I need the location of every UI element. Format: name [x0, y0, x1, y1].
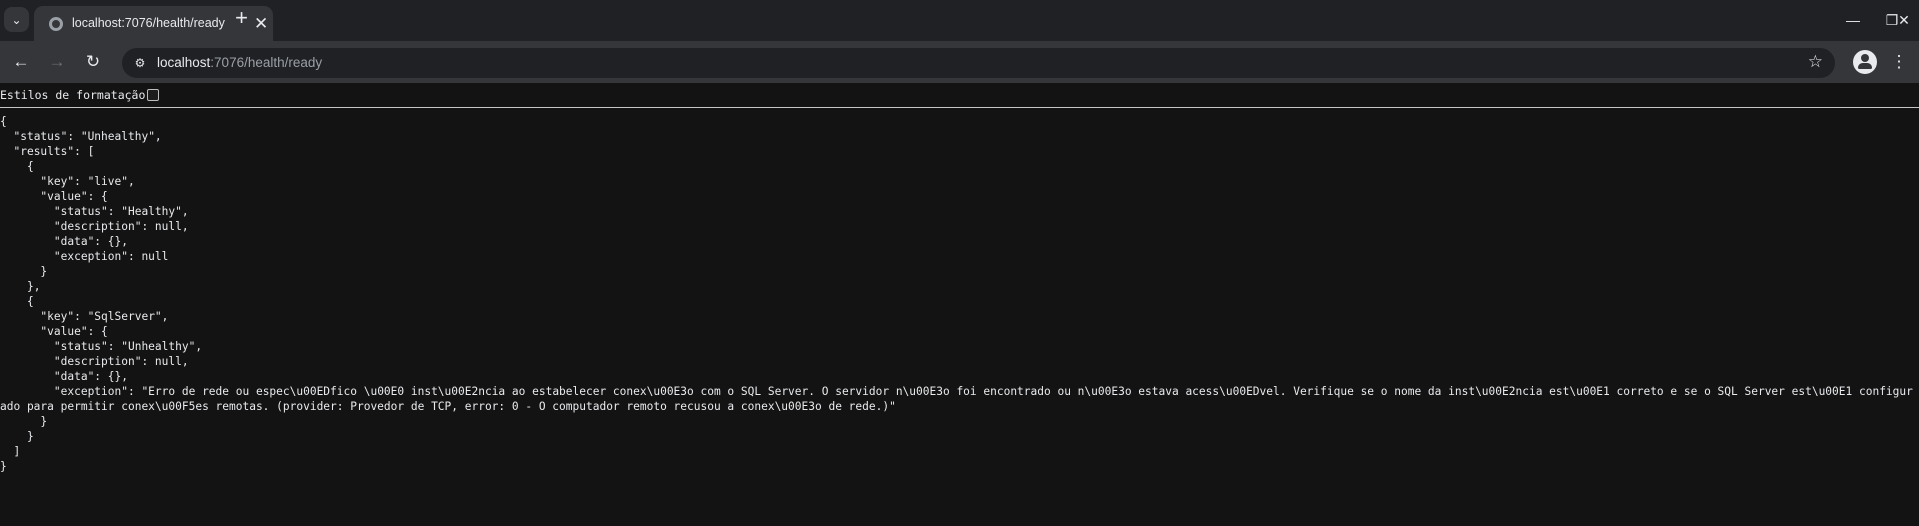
json-line: "key": "SqlServer",: [0, 310, 169, 323]
json-line: "data": {},: [0, 370, 128, 383]
json-line: }: [0, 430, 34, 443]
json-line: "status": "Healthy",: [0, 205, 189, 218]
json-line: "value": {: [0, 325, 108, 338]
json-line: "key": "live",: [0, 175, 135, 188]
kebab-menu-icon: ⋮: [1890, 52, 1908, 71]
json-line: {: [0, 295, 34, 308]
pretty-print-label: Estilos de formatação: [0, 88, 146, 102]
address-bar[interactable]: ⚙ localhost:7076/health/ready ☆: [122, 48, 1835, 78]
pretty-print-toggle[interactable]: Estilos de formatação: [0, 88, 160, 102]
browser-menu-button[interactable]: ⋮: [1889, 50, 1909, 74]
back-button[interactable]: ←: [8, 49, 34, 75]
browser-toolbar: ← → ↻ ⚙ localhost:7076/health/ready ☆ ⋮: [0, 41, 1919, 83]
close-window-button[interactable]: ✕: [1889, 8, 1919, 32]
json-line: {: [0, 115, 7, 128]
json-line: "status": "Unhealthy",: [0, 130, 162, 143]
url-text[interactable]: localhost:7076/health/ready: [157, 55, 322, 70]
close-icon: ✕: [1898, 12, 1910, 28]
json-line: "data": {},: [0, 235, 128, 248]
profile-avatar-icon[interactable]: [1853, 50, 1877, 74]
json-line: },: [0, 280, 41, 293]
tab-search-button[interactable]: ⌄: [4, 7, 29, 32]
minimize-icon: —: [1846, 12, 1860, 28]
tab-strip: ⌄ localhost:7076/health/ready ✕ + — ❐ ✕: [0, 0, 1919, 41]
json-line: }: [0, 460, 7, 473]
json-line: }: [0, 415, 48, 428]
arrow-right-icon: →: [48, 52, 66, 71]
json-line: "value": {: [0, 190, 108, 203]
json-line: "results": [: [0, 145, 95, 158]
minimize-button[interactable]: —: [1838, 8, 1868, 32]
reload-icon: ↻: [85, 52, 101, 71]
bookmark-star-icon[interactable]: ☆: [1808, 52, 1823, 72]
json-line: "exception": "Erro de rede ou espec\u00E…: [0, 385, 1913, 413]
url-host: localhost: [157, 55, 211, 70]
pretty-print-bar: Estilos de formatação: [0, 83, 1919, 108]
json-line: "description": null,: [0, 220, 189, 233]
globe-icon: [49, 17, 63, 31]
pretty-print-checkbox[interactable]: [147, 89, 160, 101]
json-content: { "status": "Unhealthy", "results": [ { …: [0, 114, 1919, 474]
tab-close-icon[interactable]: ✕: [254, 14, 268, 34]
json-line: }: [0, 265, 48, 278]
chevron-down-icon: ⌄: [11, 12, 22, 27]
json-line: "description": null,: [0, 355, 189, 368]
url-path: :7076/health/ready: [210, 55, 323, 70]
new-tab-button[interactable]: +: [229, 6, 254, 31]
reload-button[interactable]: ↻: [80, 49, 106, 75]
json-line: "exception": null: [0, 250, 169, 263]
json-line: ]: [0, 445, 21, 458]
forward-button[interactable]: →: [44, 49, 70, 75]
site-info-icon[interactable]: ⚙: [132, 55, 148, 71]
tab-title: localhost:7076/health/ready: [72, 16, 225, 30]
json-line: "status": "Unhealthy",: [0, 340, 203, 353]
arrow-left-icon: ←: [12, 52, 30, 71]
json-line: {: [0, 160, 34, 173]
